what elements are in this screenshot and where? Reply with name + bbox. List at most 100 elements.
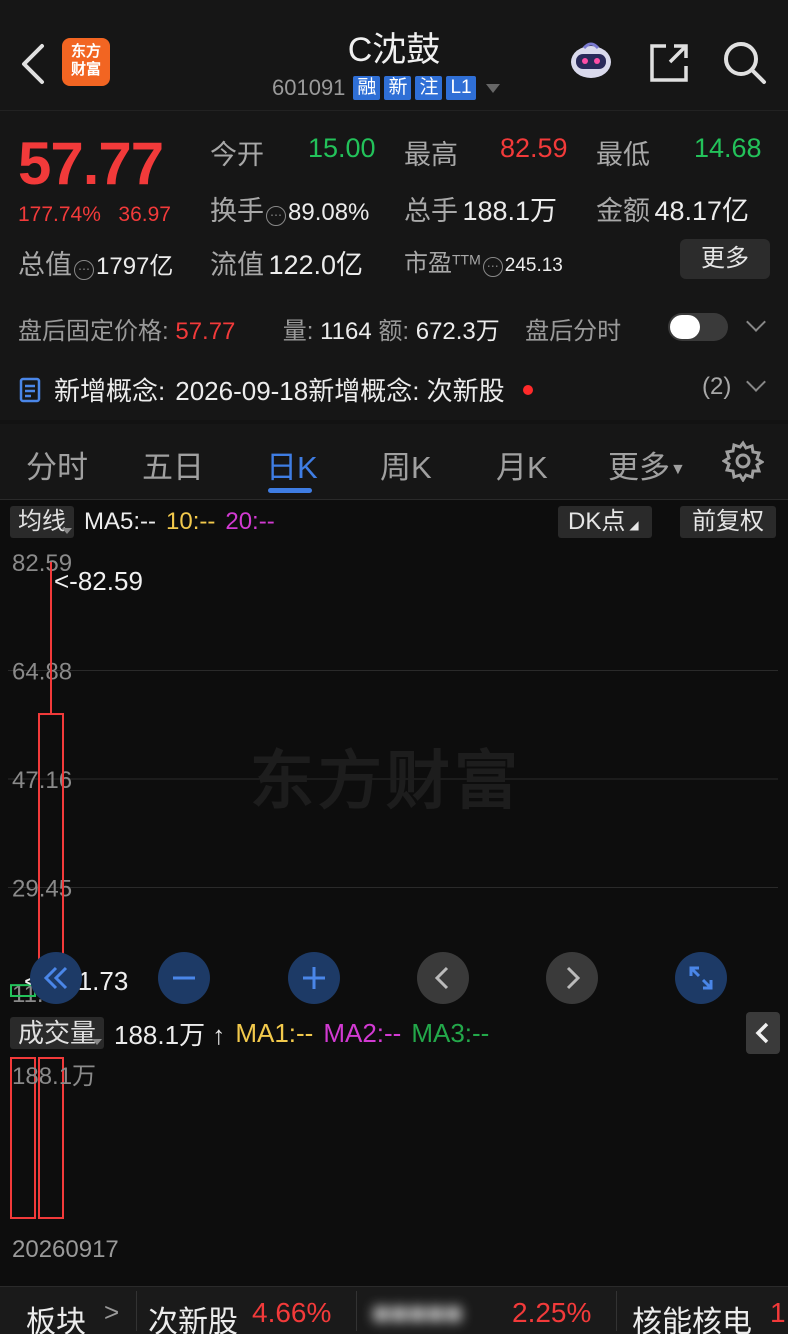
plus-icon: [303, 967, 325, 989]
volume-indicator-label: 成交量: [18, 1018, 97, 1048]
after-hours-amt: 672.3万: [415, 318, 500, 345]
pe-item[interactable]: 市盈TTM ⋯ 245.13: [404, 243, 563, 278]
concept-count: (2): [702, 373, 732, 400]
change-amount: 36.97: [118, 203, 171, 226]
volume-legend-row: 成交量 188.1万 ↑ MA1:-- MA2:-- MA3:--: [10, 1016, 489, 1050]
ma-legend-row: 均线 MA5:-- 10:-- 20:--: [10, 506, 275, 538]
volume-label: 总手: [404, 196, 458, 226]
stock-code-row[interactable]: 601091 融 新 注 L1: [272, 74, 500, 102]
float-item: 流值 122.0亿: [210, 243, 363, 282]
max-price-marker: <-82.59: [54, 566, 143, 596]
pe-label: 市盈: [404, 250, 452, 277]
tab-daily-k[interactable]: 日K: [266, 442, 318, 487]
chart-period-tabs: 分时 五日 日K 周K 月K 更多▼: [0, 424, 788, 500]
prev-button[interactable]: [417, 952, 469, 1004]
tab-five-day[interactable]: 五日: [142, 442, 204, 487]
volume-chart[interactable]: 188.1万: [8, 1056, 778, 1222]
float-label: 流值: [210, 250, 264, 280]
turnover-item[interactable]: 换手 ⋯ 89.08%: [210, 189, 369, 228]
sector-item-1-pct: 4.66%: [252, 1297, 332, 1328]
document-icon: [19, 377, 41, 402]
open-label: 今开: [210, 140, 264, 170]
float-value: 122.0亿: [268, 250, 364, 280]
low-label: 最低: [596, 140, 650, 170]
mcap-value: 1797亿: [96, 253, 174, 280]
tab-timeshare[interactable]: 分时: [26, 442, 88, 487]
tab-weekly-k[interactable]: 周K: [380, 442, 432, 487]
vol-ma2-label: MA2:--: [323, 1017, 402, 1048]
chevron-left-icon: [755, 1022, 769, 1044]
chevron-right-icon: [566, 966, 581, 990]
sector-item-3-name[interactable]: 核能核电: [632, 1297, 752, 1334]
pe-value: 245.13: [504, 255, 563, 276]
robot-assistant-icon[interactable]: [566, 36, 616, 86]
mcap-item[interactable]: 总值 ⋯ 1797亿: [18, 243, 173, 282]
fullscreen-button[interactable]: [675, 952, 727, 1004]
quote-panel: 57.77 177.74% 36.97 今开 15.00 最高 82.59 最低…: [0, 110, 788, 420]
change-percent: 177.74%: [18, 203, 101, 226]
tag-margin: 融: [353, 76, 381, 100]
collapse-panel-button[interactable]: [746, 1012, 780, 1054]
amount-value: 48.17亿: [654, 196, 750, 226]
indicator-selector[interactable]: 均线: [10, 506, 74, 538]
zoom-in-button[interactable]: [288, 952, 340, 1004]
info-icon: ⋯: [266, 205, 286, 226]
gear-icon[interactable]: [722, 440, 764, 482]
date-label: 20260917: [12, 1236, 119, 1263]
after-hours-row: 盘后固定价格: 57.77 量: 1164 额: 672.3万 盘后分时: [18, 311, 621, 346]
ma5-label: MA5:--: [84, 508, 156, 535]
amount-label: 金额: [596, 196, 650, 226]
tab-monthly-k[interactable]: 月K: [496, 442, 548, 487]
watermark: 东方财富: [250, 745, 522, 817]
open-item: 今开: [210, 133, 264, 172]
more-button[interactable]: 更多: [680, 239, 770, 279]
current-price: 57.77: [18, 130, 164, 197]
ma20-label: 20:--: [225, 508, 275, 535]
rewind-button[interactable]: [30, 952, 82, 1004]
high-label: 最高: [404, 140, 458, 170]
price-change: 177.74% 36.97: [18, 203, 171, 227]
sector-item-1-name[interactable]: 次新股: [148, 1297, 238, 1334]
chevron-right-icon: >: [104, 1297, 120, 1327]
next-button[interactable]: [546, 952, 598, 1004]
adjust-button[interactable]: 前复权: [680, 506, 776, 538]
tab-more[interactable]: 更多▼: [608, 442, 686, 487]
sector-item-2-pct: 2.25%: [512, 1297, 592, 1328]
volume-value: 188.1万: [462, 196, 558, 226]
header: 东方 财富 C沈鼓 601091 融 新 注 L1: [0, 0, 788, 110]
after-hours-toggle[interactable]: [668, 313, 728, 341]
concept-label: 新增概念:: [54, 376, 166, 406]
caret-down-icon: ▼: [670, 460, 686, 478]
volume-axis-label: 188.1万: [12, 1063, 96, 1090]
turnover-label: 换手: [210, 196, 264, 226]
sector-label[interactable]: 板块: [26, 1297, 86, 1334]
chevron-down-icon: [485, 83, 500, 93]
dk-label: DK点: [568, 508, 626, 535]
unread-dot: [522, 384, 533, 395]
tag-registered: 注: [415, 76, 443, 100]
sector-item-2-name[interactable]: ■■■■■: [372, 1297, 463, 1331]
zoom-out-button[interactable]: [158, 952, 210, 1004]
volume-indicator-selector[interactable]: 成交量: [10, 1017, 105, 1049]
share-icon[interactable]: [646, 40, 692, 86]
minus-icon: [173, 976, 195, 980]
chevron-down-icon[interactable]: [746, 312, 766, 332]
tag-level: L1: [446, 76, 476, 100]
chevron-down-icon[interactable]: [746, 372, 766, 392]
divider: [136, 1291, 137, 1331]
after-hours-timeshare-label: 盘后分时: [525, 318, 622, 345]
sector-item-3-pct: 1: [770, 1297, 786, 1328]
tab-more-label: 更多: [608, 450, 670, 485]
pe-ttm: TTM: [452, 251, 481, 268]
volume-value: 188.1万 ↑: [114, 1019, 226, 1050]
ma10-label: 10:--: [166, 508, 216, 535]
new-concept-row[interactable]: 新增概念: 2026-09-18新增概念: 次新股: [18, 371, 533, 408]
divider: [616, 1291, 617, 1331]
after-hours-amt-label: 额:: [378, 318, 410, 345]
dk-point-button[interactable]: DK点 ◢: [558, 506, 652, 538]
vol-ma3-label: MA3:--: [411, 1017, 490, 1048]
info-icon: ⋯: [74, 259, 94, 280]
search-icon[interactable]: [720, 38, 768, 86]
y-tick-label: 64.88: [12, 658, 72, 685]
divider: [356, 1291, 357, 1331]
